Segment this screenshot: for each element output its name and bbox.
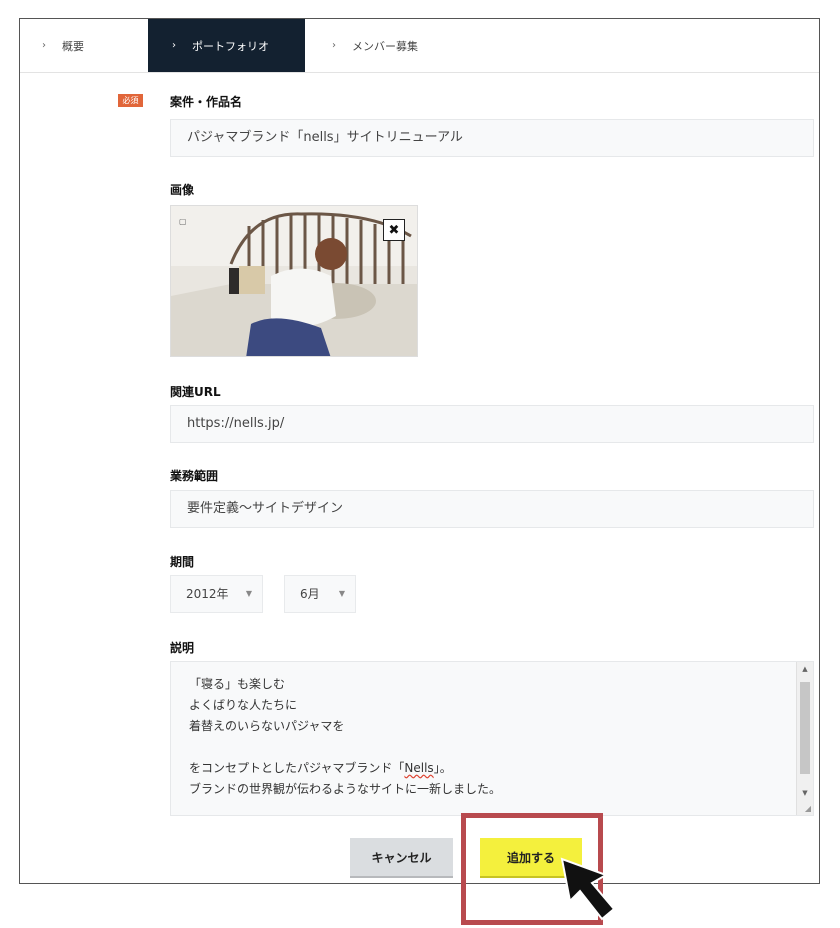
description-line: 着替えのいらないパジャマを xyxy=(189,719,345,733)
caret-down-icon: ▼ xyxy=(338,589,345,598)
scope-input[interactable]: 要件定義〜サイトデザイン xyxy=(170,490,814,528)
project-name-input[interactable]: パジャマブランド「nells」サイトリニューアル xyxy=(170,119,814,157)
project-name-label: 案件・作品名 xyxy=(170,95,243,109)
year-select[interactable]: 2012年 ▼ xyxy=(170,575,263,613)
caret-down-icon: ▼ xyxy=(245,589,252,598)
portfolio-form-window: › 概要 › ポートフォリオ › メンバー募集 必須 案件・作品名 パジャマブラ… xyxy=(19,18,820,884)
description-label: 説明 xyxy=(170,641,195,655)
description-line: よくばりな人たちに xyxy=(189,698,298,712)
month-select[interactable]: 6月 ▼ xyxy=(284,575,356,613)
description-text: をコンセプトとしたパジャマブランド「 xyxy=(189,761,405,775)
arrow-cursor-icon xyxy=(560,857,616,921)
tab-member-recruit[interactable]: › メンバー募集 xyxy=(332,19,532,72)
image-label: 画像 xyxy=(170,183,195,197)
chevron-right-icon: › xyxy=(42,40,46,51)
textarea-scrollbar[interactable]: ▲ ▼ xyxy=(796,662,813,815)
resize-handle-icon[interactable]: ◢ xyxy=(805,804,811,813)
month-value: 6月 xyxy=(300,587,320,601)
scroll-up-icon[interactable]: ▲ xyxy=(797,665,813,673)
tab-label: 概要 xyxy=(62,39,84,53)
brand-name-text: Nells xyxy=(404,761,434,775)
tab-overview[interactable]: › 概要 xyxy=(42,19,148,72)
scope-label: 業務範囲 xyxy=(170,469,219,483)
description-line xyxy=(189,737,501,758)
required-badge: 必須 xyxy=(118,94,143,107)
tab-portfolio[interactable]: › ポートフォリオ xyxy=(148,19,305,72)
description-line: 「寝る」も楽しむ xyxy=(189,677,286,691)
description-textarea[interactable]: 「寝る」も楽しむ よくばりな人たちに 着替えのいらないパジャマを をコンセプトと… xyxy=(170,661,814,816)
svg-text:▢: ▢ xyxy=(179,217,187,226)
step-tabs: › 概要 › ポートフォリオ › メンバー募集 xyxy=(20,19,819,73)
url-input[interactable]: https://nells.jp/ xyxy=(170,405,814,443)
url-label: 関連URL xyxy=(170,385,221,399)
description-text: 」。 xyxy=(433,761,452,775)
close-icon[interactable]: ✖ xyxy=(383,219,405,241)
scroll-down-icon[interactable]: ▼ xyxy=(797,789,813,797)
tab-label: ポートフォリオ xyxy=(192,39,269,53)
bedroom-photo: ▢ xyxy=(171,206,417,356)
description-line: をコンセプトとしたパジャマブランド「Nells」。 xyxy=(189,758,501,779)
description-line: ブランドの世界観が伝わるようなサイトに一新しました。 xyxy=(189,782,502,796)
chevron-right-icon: › xyxy=(172,40,176,51)
uploaded-image: ▢ xyxy=(170,205,418,357)
scroll-thumb[interactable] xyxy=(800,682,810,774)
year-value: 2012年 xyxy=(186,587,229,601)
tab-label: メンバー募集 xyxy=(352,39,418,53)
period-label: 期間 xyxy=(170,555,195,569)
cancel-button[interactable]: キャンセル xyxy=(350,838,453,878)
chevron-right-icon: › xyxy=(332,40,336,51)
